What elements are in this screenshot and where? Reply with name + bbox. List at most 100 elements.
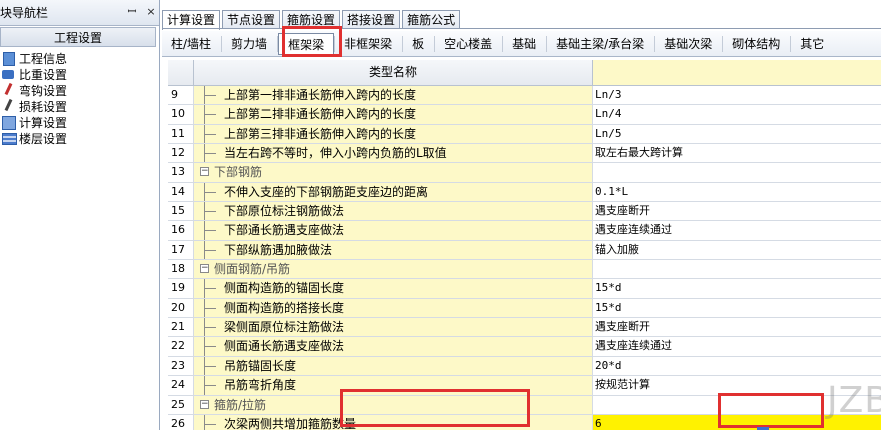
nav-item[interactable]: 损耗设置 <box>0 98 160 114</box>
row-number: 18 <box>168 260 194 279</box>
row-value[interactable]: 取左右最大跨计算 <box>593 144 881 163</box>
hook-icon <box>1 83 17 97</box>
tree-branch <box>204 327 216 329</box>
top-tab[interactable]: 箍筋公式 <box>402 10 461 29</box>
nav-item-label: 工程信息 <box>19 51 68 66</box>
row-name-text: 上部第一排非通长筋伸入跨内的长度 <box>224 88 417 102</box>
grid-group-row[interactable]: 18− 侧面钢筋/吊筋 <box>168 260 881 280</box>
nav-item[interactable]: 弯钩设置 <box>0 82 160 98</box>
top-tab[interactable]: 计算设置 <box>162 10 221 30</box>
row-value[interactable]: 15*d <box>593 298 881 318</box>
row-value[interactable]: Ln/4 <box>593 105 881 124</box>
grid-row[interactable]: 11 上部第三排非通长筋伸入跨内的长度 Ln/5 <box>168 124 881 145</box>
grid-header-value <box>593 60 881 86</box>
tree-branch <box>204 385 216 387</box>
top-tabs-divider <box>162 28 881 29</box>
grid-row[interactable]: 21 梁侧面原位标注筋做法 遇支座断开 <box>168 318 881 338</box>
row-value[interactable]: 遇支座连续通过 <box>593 221 881 240</box>
nav-item[interactable]: 工程信息 <box>0 50 160 66</box>
row-name-text: 不伸入支座的下部钢筋距支座边的距离 <box>224 184 429 199</box>
row-value[interactable]: Ln/5 <box>593 124 881 144</box>
row-value[interactable]: 20*d <box>593 356 881 376</box>
row-value[interactable]: 锚入加腋 <box>593 240 881 260</box>
component-tab[interactable]: 板 <box>403 33 434 55</box>
close-icon[interactable]: × <box>145 6 157 18</box>
row-name-text: 下部原位标注钢筋做法 <box>224 204 345 219</box>
main-area: 计算设置 节点设置 箍筋设置 搭接设置 箍筋公式 柱/墙柱 剪力墙 框架梁 非框架梁板空心楼盖… <box>162 0 881 430</box>
row-name: 吊筋弯折角度 <box>194 376 593 395</box>
component-tab[interactable]: 非框架梁 <box>335 33 402 55</box>
row-name-text: 下部钢筋 <box>214 165 263 180</box>
grid-row[interactable]: 14 不伸入支座的下部钢筋距支座边的距离 0.1*L <box>168 182 881 203</box>
row-value[interactable]: 遇支座连续通过 <box>593 337 881 356</box>
component-tab[interactable]: 框架梁 <box>278 32 335 55</box>
tree-branch <box>204 191 216 193</box>
row-name-text: 吊筋弯折角度 <box>224 378 297 393</box>
row-name-text: 上部第三排非通长筋伸入跨内的长度 <box>224 126 417 141</box>
grid-row[interactable]: 26 次梁两侧共增加箍筋数量 6 <box>168 414 881 430</box>
grid-row[interactable]: 12 当左右跨不等时，伸入小跨内负筋的L取值 取左右最大跨计算 <box>168 144 881 164</box>
grid-group-row[interactable]: 13− 下部钢筋 <box>168 163 881 183</box>
row-name-text: 箍筋/拉筋 <box>214 397 267 412</box>
row-value[interactable]: 0.1*L <box>593 182 881 202</box>
row-value[interactable]: 遇支座断开 <box>593 318 881 337</box>
weight-icon <box>1 67 17 81</box>
grid-row[interactable]: 15 下部原位标注钢筋做法 遇支座断开 <box>168 202 881 222</box>
nav-section-project-settings[interactable]: 工程设置 <box>0 27 156 47</box>
row-name: 不伸入支座的下部钢筋距支座边的距离 <box>194 182 593 202</box>
grid-row[interactable]: 23 吊筋锚固长度 20*d <box>168 356 881 377</box>
row-name: 下部通长筋遇支座做法 <box>194 221 593 240</box>
nav-item[interactable]: 比重设置 <box>0 66 160 82</box>
row-value[interactable]: 15*d <box>593 279 881 298</box>
grid-row[interactable]: 16 下部通长筋遇支座做法 遇支座连续通过 <box>168 221 881 241</box>
top-tab[interactable]: 搭接设置 <box>342 10 401 29</box>
row-value[interactable]: 遇支座断开 <box>593 202 881 221</box>
info-icon <box>1 51 17 66</box>
row-number: 23 <box>168 356 194 376</box>
row-name-text: 侧面构造筋的搭接长度 <box>224 300 345 315</box>
component-tab[interactable]: 其它 <box>791 33 834 55</box>
collapse-icon[interactable]: − <box>200 264 209 274</box>
row-name: 侧面通长筋遇支座做法 <box>194 337 593 356</box>
pin-icon[interactable]: ꟷ <box>126 6 138 18</box>
grid-group-row[interactable]: 25− 箍筋/拉筋 <box>168 395 881 415</box>
grid-row[interactable]: 24 吊筋弯折角度 按规范计算 <box>168 376 881 396</box>
grid-header: 类型名称 <box>168 60 881 86</box>
grid-row[interactable]: 19 侧面构造筋的锚固长度 15*d <box>168 279 881 299</box>
component-tab[interactable]: 空心楼盖 <box>435 33 502 55</box>
row-name: 侧面构造筋的搭接长度 <box>194 298 593 318</box>
nav-item[interactable]: 楼层设置 <box>0 130 160 146</box>
component-tab[interactable]: 剪力墙 <box>222 33 277 55</box>
tree-branch <box>204 249 216 251</box>
row-name: − 下部钢筋 <box>194 163 593 182</box>
collapse-icon[interactable]: − <box>200 167 209 177</box>
calc-icon <box>1 115 17 130</box>
tree-branch <box>204 114 216 116</box>
component-tab[interactable]: 柱/墙柱 <box>162 33 221 55</box>
row-name: − 箍筋/拉筋 <box>194 395 593 414</box>
grid-row[interactable]: 17 下部纵筋遇加腋做法 锚入加腋 <box>168 240 881 261</box>
top-tab[interactable]: 箍筋设置 <box>282 10 341 29</box>
grid-row[interactable]: 9 上部第一排非通长筋伸入跨内的长度 Ln/3 <box>168 86 881 106</box>
grid-row[interactable]: 22 侧面通长筋遇支座做法 遇支座连续通过 <box>168 337 881 357</box>
component-tab[interactable]: 基础主梁/承台梁 <box>547 33 654 55</box>
nav-panel-title: 块导航栏 <box>0 6 49 20</box>
top-tab[interactable]: 节点设置 <box>222 10 281 29</box>
component-tab[interactable]: 基础 <box>503 33 546 55</box>
tree-line <box>204 414 205 430</box>
grid-row[interactable]: 10 上部第二排非通长筋伸入跨内的长度 Ln/4 <box>168 105 881 125</box>
collapse-icon[interactable]: − <box>200 399 209 409</box>
component-tab[interactable]: 基础次梁 <box>655 33 722 55</box>
row-value[interactable]: 6 <box>593 414 881 430</box>
grid-row[interactable]: 20 侧面构造筋的搭接长度 15*d <box>168 298 881 319</box>
tree-branch <box>204 288 216 290</box>
row-value <box>593 395 881 414</box>
nav-item-label: 计算设置 <box>19 115 68 130</box>
row-value[interactable]: 按规范计算 <box>593 376 881 395</box>
nav-item[interactable]: 计算设置 <box>0 114 160 130</box>
row-name: 上部第三排非通长筋伸入跨内的长度 <box>194 124 593 144</box>
row-value[interactable]: Ln/3 <box>593 86 881 105</box>
row-name: 侧面构造筋的锚固长度 <box>194 279 593 298</box>
nav-panel-header: 块导航栏 ꟷ × <box>0 0 159 26</box>
component-tab[interactable]: 砌体结构 <box>723 33 790 55</box>
